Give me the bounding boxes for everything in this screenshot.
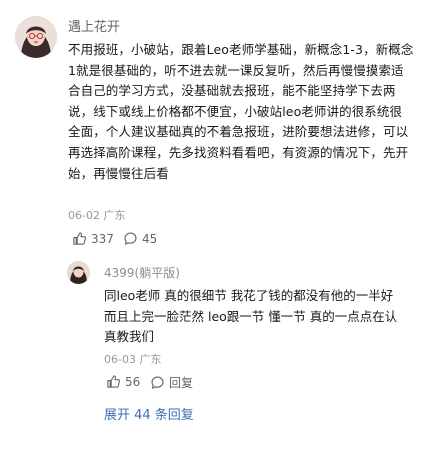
reply-label: 回复 — [169, 376, 194, 390]
expand-replies-link[interactable]: 展开 44 条回复 — [104, 404, 194, 423]
comment-count: 45 — [142, 231, 158, 246]
comment-username[interactable]: 遇上花开 — [68, 16, 120, 35]
reply-like-count: 56 — [125, 374, 141, 389]
like-button[interactable]: 337 — [72, 231, 114, 246]
thumbs-up-icon — [107, 375, 121, 388]
reply-text: 同leo老师 真的很细节 我花了钱的都没有他的一半好 而且上完一脸茫然 leo跟… — [104, 288, 398, 345]
comment-date-location: 06-02 广东 — [68, 209, 126, 222]
avatar[interactable] — [15, 16, 57, 58]
reply-avatar[interactable] — [67, 261, 90, 284]
reply-button[interactable]: 回复 — [150, 374, 193, 391]
like-count: 337 — [91, 231, 114, 246]
comment-button[interactable]: 45 — [123, 231, 157, 246]
thumbs-up-icon — [73, 232, 87, 245]
comment-bubble-icon — [124, 232, 137, 245]
comment-bubble-icon — [151, 376, 164, 389]
comment-text: 不用报班，小破站，跟着Leo老师学基础，新概念1-3，新概念1就是很基础的，听不… — [68, 42, 414, 181]
reply-like-button[interactable]: 56 — [106, 374, 140, 389]
reply-username[interactable]: 4399(躺平版) — [104, 264, 180, 281]
reply-date-location: 06-03 广东 — [104, 353, 162, 366]
